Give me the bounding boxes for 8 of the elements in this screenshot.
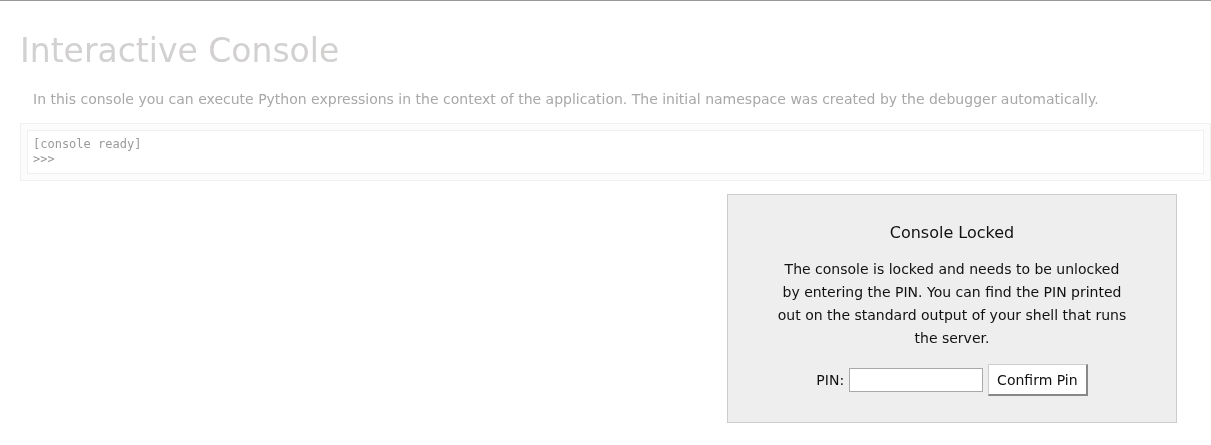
pin-label: PIN: (816, 372, 845, 388)
dialog-message: The console is locked and needs to be unlocked by entering the PIN. You can find the PIN printed out on the standard output of your shell that runs the server. (777, 260, 1127, 348)
confirm-pin-button[interactable]: Confirm Pin (988, 364, 1088, 396)
pin-input-field[interactable] (849, 368, 984, 392)
dialog-title: Console Locked (889, 223, 1015, 242)
page-description: In this console you can execute Python expressions in the context of the application. The initial namespace was created by the debugger automatically. (33, 90, 1100, 109)
console-line: >>> (33, 152, 55, 167)
console-line: [console ready] (33, 137, 142, 152)
